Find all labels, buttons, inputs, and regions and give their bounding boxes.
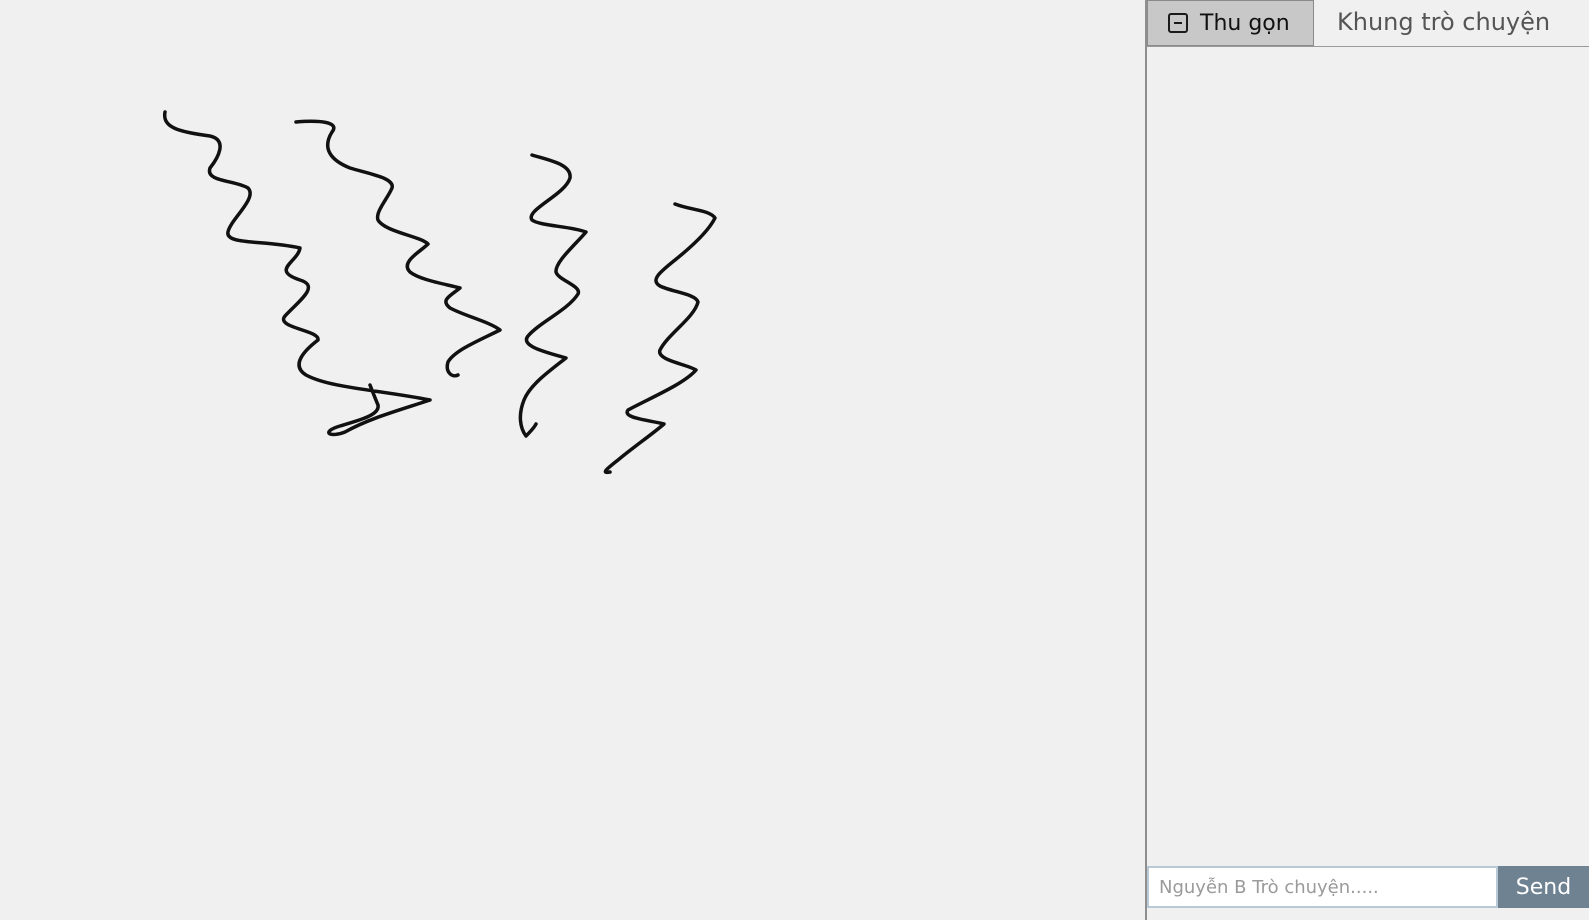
chat-input-row: Send: [1147, 866, 1589, 908]
ink-stroke-3: [518, 153, 588, 438]
collapse-button[interactable]: Thu gọn: [1147, 0, 1314, 46]
chat-panel: Thu gọn Khung trò chuyện Send: [1145, 0, 1589, 920]
ink-stroke-4: [603, 202, 717, 475]
chat-header: Thu gọn Khung trò chuyện: [1147, 0, 1589, 47]
ink-stroke-1: [163, 110, 432, 437]
collapse-button-label: Thu gọn: [1200, 10, 1290, 36]
chat-message-input[interactable]: [1147, 866, 1498, 908]
message-list[interactable]: [1147, 48, 1589, 864]
ink-stroke-2: [294, 119, 502, 378]
drawing-canvas[interactable]: [0, 0, 1145, 920]
send-button[interactable]: Send: [1498, 866, 1589, 908]
panel-footer: [1147, 910, 1589, 920]
chat-title: Khung trò chuyện: [1337, 8, 1551, 36]
collapse-square-icon: [1168, 13, 1188, 33]
drawing-surface[interactable]: [0, 0, 1145, 920]
